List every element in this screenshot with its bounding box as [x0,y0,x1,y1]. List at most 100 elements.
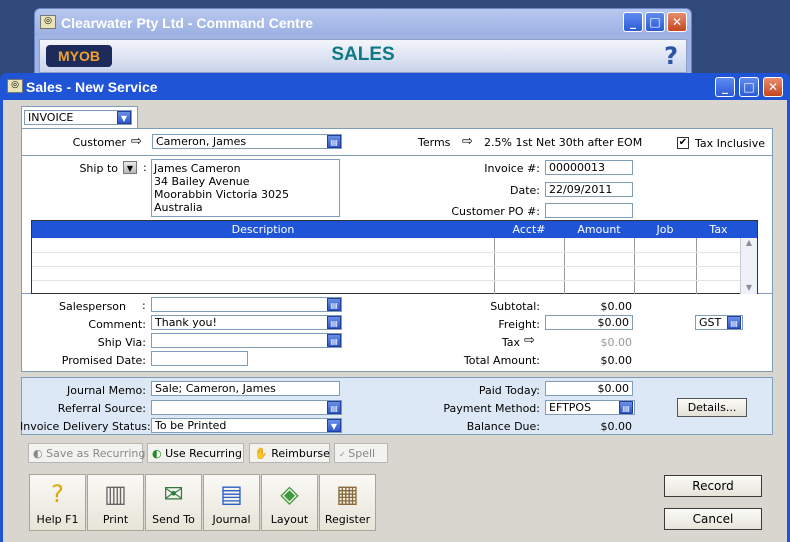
salesperson-label: Salesperson [59,300,126,313]
date-label: Date: [510,184,540,197]
col-amount[interactable]: Amount [564,223,634,236]
scroll-down-icon[interactable]: ▼ [741,283,757,292]
payment-method-label: Payment Method: [443,402,540,415]
payment-method-list-icon[interactable]: ▤ [619,401,633,414]
save-as-recurring-button[interactable]: ◐ Save as Recurring [28,443,145,463]
invoice-number-label: Invoice #: [484,162,540,175]
send-to-button[interactable]: ✉ Send To [145,474,202,531]
salesperson-list-icon[interactable]: ▤ [327,298,341,311]
spell-button[interactable]: ✓ Spell [334,443,388,463]
command-centre-window: Clearwater Pty Ltd - Command Centre ◎ _ … [34,8,692,76]
journal-memo-label: Journal Memo: [67,384,146,397]
paid-today-field[interactable]: $0.00 [545,381,633,396]
referral-source-label: Referral Source: [57,402,146,415]
maximize-button[interactable]: □ [739,77,759,97]
print-button[interactable]: ▥ Print [87,474,144,531]
close-button[interactable]: ✕ [763,77,783,97]
grid-header: Description Acct# Amount Job Tax [32,221,757,238]
ship-to-line: Moorabbin Victoria 3025 [154,188,289,201]
delivery-status-label: Invoice Delivery Status: [20,420,151,433]
customer-arrow-icon[interactable]: ⇨ [131,134,142,149]
balance-due-value: $0.00 [600,420,633,433]
cc-close-button[interactable]: ✕ [667,12,687,32]
customer-field[interactable]: Cameron, James [152,134,342,149]
help-question-icon[interactable]: ? [664,42,678,70]
scroll-up-icon[interactable]: ▲ [741,238,757,247]
help-button[interactable]: ? Help F1 [29,474,86,531]
reimburse-button[interactable]: ✋ Reimburse [249,443,330,463]
ship-to-colon: : [143,161,147,174]
form-type-dropdown-icon[interactable]: ▼ [117,111,131,124]
referral-source-field[interactable] [151,400,342,415]
col-job[interactable]: Job [634,223,696,236]
balance-due-label: Balance Due: [466,420,540,433]
ship-to-dropdown-icon[interactable]: ▼ [123,161,137,174]
date-field[interactable]: 22/09/2011 [545,182,633,197]
ship-to-address[interactable]: James Cameron 34 Bailey Avenue Moorabbin… [151,159,340,217]
customer-label: Customer [72,136,126,149]
window-title: Sales - New Service [26,79,158,95]
record-button[interactable]: Record [664,475,762,497]
customer-value: Cameron, James [156,135,247,148]
use-recurring-button[interactable]: ◐ Use Recurring [147,443,244,463]
freight-field[interactable]: $0.00 [545,315,633,330]
help-question-icon: ? [51,480,64,508]
spell-label: Spell [348,447,376,460]
journal-icon: ▤ [220,480,243,508]
referral-source-list-icon[interactable]: ▤ [327,401,341,414]
window-icon: ◎ [7,79,23,93]
salesperson-colon: : [142,299,146,312]
cc-maximize-button[interactable]: □ [645,12,665,32]
grid-row-line [32,252,741,253]
ship-to-label: Ship to [79,162,118,175]
ship-to-line: James Cameron [154,162,241,175]
comment-field[interactable]: Thank you! [151,315,342,330]
promised-date-field[interactable] [151,351,248,366]
print-label: Print [102,513,129,526]
paid-today-label: Paid Today: [478,384,540,397]
register-label: Register [324,513,371,526]
ship-to-line: 34 Bailey Avenue [154,175,250,188]
customer-po-field[interactable] [545,203,633,218]
register-button[interactable]: ▦ Register [319,474,376,531]
form-type-value: INVOICE [28,111,74,124]
layout-button[interactable]: ◈ Layout [261,474,318,531]
terms-arrow-icon[interactable]: ⇨ [462,134,473,149]
recurring-icon: ◐ [33,447,47,460]
use-recurring-label: Use Recurring [165,447,242,460]
reimburse-label: Reimburse [271,447,330,460]
freight-tax-list-icon[interactable]: ▤ [727,316,741,329]
salesperson-field[interactable] [151,297,342,312]
total-amount-label: Total Amount: [463,354,540,367]
line-items-grid[interactable]: Description Acct# Amount Job Tax ▲ ▼ [31,220,758,294]
invoice-number-field[interactable]: 00000013 [545,160,633,175]
command-centre-title: Clearwater Pty Ltd - Command Centre [35,9,691,35]
delivery-status-field[interactable]: To be Printed [151,418,342,433]
subtotal-value: $0.00 [600,300,633,313]
grid-row-line [32,266,741,267]
col-acct[interactable]: Acct# [494,223,564,236]
comment-label: Comment: [88,318,146,331]
customer-list-icon[interactable]: ▤ [327,135,341,148]
comment-list-icon[interactable]: ▤ [327,316,341,329]
printer-icon: ▥ [104,480,127,508]
details-button[interactable]: Details... [677,398,747,417]
col-description[interactable]: Description [32,223,494,236]
customer-po-label: Customer PO #: [451,205,540,218]
tax-arrow-icon[interactable]: ⇨ [524,333,535,348]
ship-via-field[interactable] [151,333,342,348]
minimize-button[interactable]: _ [715,77,735,97]
form-type-select[interactable]: INVOICE [24,110,132,125]
grid-scrollbar[interactable]: ▲ ▼ [740,238,757,294]
delivery-status-dropdown-icon[interactable]: ▼ [327,419,341,432]
cancel-button[interactable]: Cancel [664,508,762,530]
col-tax[interactable]: Tax [696,223,741,236]
tax-inclusive-checkbox[interactable]: ✔ [677,137,689,149]
journal-memo-field[interactable]: Sale; Cameron, James [151,381,340,396]
journal-button[interactable]: ▤ Journal [203,474,260,531]
ship-to-line: Australia [154,201,203,214]
grid-row-line [32,280,741,281]
cc-minimize-button[interactable]: _ [623,12,643,32]
ship-via-list-icon[interactable]: ▤ [327,334,341,347]
journal-label: Journal [212,513,251,526]
